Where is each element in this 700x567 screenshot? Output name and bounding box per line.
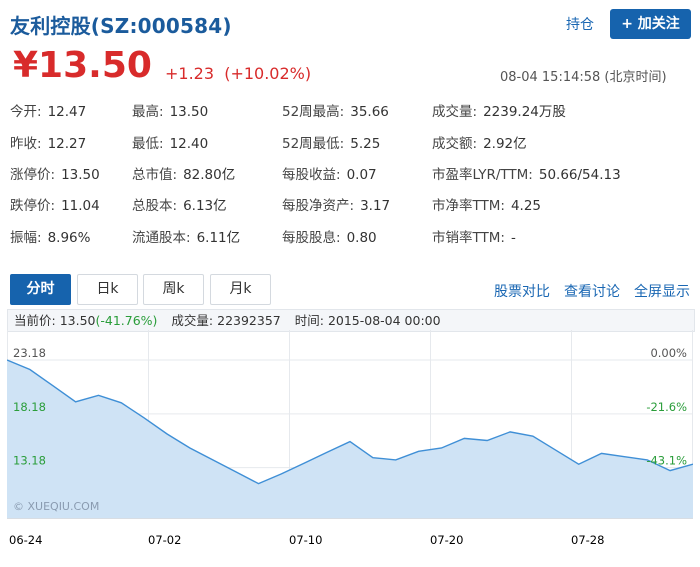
compare-stocks-link[interactable]: 股票对比: [494, 281, 550, 301]
quote-item: 涨停价: 13.50: [10, 163, 100, 183]
quote-label: 最低:: [132, 136, 164, 152]
quote-value: 0.80: [346, 230, 377, 246]
info-price-value: 13.50: [59, 313, 96, 328]
quote-value: 2.92亿: [483, 136, 527, 152]
fullscreen-link[interactable]: 全屏显示: [634, 281, 690, 301]
quote-value: 6.11亿: [196, 230, 241, 246]
y-tick-label-left: 23.18: [13, 346, 46, 360]
quote-value: 13.50: [61, 167, 100, 183]
quote-item: 最高: 13.50: [132, 100, 208, 120]
follow-button[interactable]: + 加关注: [610, 9, 691, 39]
quote-label: 市盈率LYR/TTM:: [432, 167, 533, 183]
y-tick-label-right: 0.00%: [650, 346, 687, 360]
quote-item: 跌停价: 11.04: [10, 194, 100, 214]
quote-value: 50.66/54.13: [538, 167, 621, 183]
quote-value: 8.96%: [47, 230, 91, 246]
quote-label: 昨收:: [10, 136, 42, 152]
x-tick-label: 07-02: [148, 533, 181, 547]
quote-item: 市盈率LYR/TTM: 50.66/54.13: [432, 163, 621, 183]
quote-item: 总股本: 6.13亿: [132, 194, 227, 214]
quote-value: 11.04: [61, 198, 100, 214]
intraday-chart[interactable]: 23.18 18.18 13.18 0.00% -21.6% -43.1% 06-24 07-…: [6, 330, 694, 548]
chart-info-bar: 当前价: 13.50(-41.76%) 成交量: 22392357 时间: 20…: [7, 309, 695, 332]
current-price: ¥13.50: [13, 45, 152, 86]
y-tick-label-left: 18.18: [13, 400, 46, 414]
tab-weekly-k[interactable]: 周k: [143, 274, 204, 305]
x-tick-label: 07-10: [289, 533, 322, 547]
quote-label: 最高:: [132, 104, 164, 120]
info-time-value: 2015-08-04 00:00: [327, 313, 441, 328]
quote-value: -: [510, 230, 516, 246]
quote-label: 总股本:: [132, 198, 178, 214]
quote-item: 市净率TTM: 4.25: [432, 194, 541, 214]
quote-item: 每股净资产: 3.17: [282, 194, 390, 214]
quote-item: 最低: 12.40: [132, 132, 208, 152]
hold-link[interactable]: 持仓: [566, 14, 594, 34]
x-tick-label: 07-20: [430, 533, 463, 547]
tab-monthly-k[interactable]: 月k: [210, 274, 271, 305]
quote-label: 市销率TTM:: [432, 230, 505, 246]
quote-value: 12.47: [47, 104, 87, 120]
quote-item: 今开: 12.47: [10, 100, 86, 120]
quote-value: 12.40: [169, 136, 209, 152]
quote-item: 振幅: 8.96%: [10, 226, 90, 246]
y-tick-label-left: 13.18: [13, 454, 46, 468]
quote-item: 每股股息: 0.80: [282, 226, 377, 246]
quote-item: 流通股本: 6.11亿: [132, 226, 240, 246]
quote-label: 今开:: [10, 104, 42, 120]
quote-value: 3.17: [360, 198, 391, 214]
price-change: +1.23 (+10.02%): [165, 64, 311, 83]
quote-value: 6.13亿: [183, 198, 227, 214]
price-change-percent: (+10.02%): [224, 64, 312, 83]
stock-title: 友利控股(SZ:000584): [10, 14, 232, 38]
info-time-label: 时间:: [294, 313, 324, 328]
quote-item: 成交量: 2239.24万股: [432, 100, 566, 120]
quote-label: 52周最高:: [282, 104, 345, 120]
info-volume-label: 成交量:: [171, 313, 214, 328]
quote-item: 昨收: 12.27: [10, 132, 86, 152]
info-price-label: 当前价:: [14, 313, 56, 328]
y-tick-label-right: -21.6%: [646, 400, 687, 414]
quote-label: 流通股本:: [132, 230, 191, 246]
quote-value: 4.25: [510, 198, 542, 214]
info-volume-value: 22392357: [217, 313, 281, 328]
quote-value: 82.80亿: [183, 167, 236, 183]
quote-value: 5.25: [350, 136, 381, 152]
y-tick-label-right: -43.1%: [646, 454, 687, 468]
quote-label: 每股净资产:: [282, 198, 355, 214]
quote-label: 涨停价:: [10, 167, 56, 183]
quote-label: 市净率TTM:: [432, 198, 505, 214]
quote-item: 成交额: 2.92亿: [432, 132, 527, 152]
tab-intraday[interactable]: 分时: [10, 274, 71, 305]
quote-value: 2239.24万股: [483, 104, 566, 120]
quote-item: 52周最高: 35.66: [282, 100, 389, 120]
quote-label: 成交量:: [432, 104, 478, 120]
x-tick-label: 06-24: [9, 533, 42, 547]
price-change-value: +1.23: [165, 64, 215, 83]
quote-label: 每股收益:: [282, 167, 341, 183]
quote-label: 振幅:: [10, 230, 42, 246]
quote-value: 0.07: [346, 167, 377, 183]
quote-label: 每股股息:: [282, 230, 341, 246]
quote-item: 总市值: 82.80亿: [132, 163, 235, 183]
x-tick-label: 07-28: [571, 533, 604, 547]
info-price-percent: (-41.76%): [95, 313, 158, 328]
quote-label: 成交额:: [432, 136, 478, 152]
chart-watermark: © XUEQIU.COM: [13, 500, 99, 513]
price-chart-svg: 23.18 18.18 13.18 0.00% -21.6% -43.1% 06-24 07-…: [6, 330, 694, 547]
quote-timestamp: 08-04 15:14:58 (北京时间): [500, 70, 667, 85]
price-area: [7, 360, 693, 518]
quote-item: 52周最低: 5.25: [282, 132, 380, 152]
quote-value: 35.66: [350, 104, 389, 120]
quote-label: 52周最低:: [282, 136, 345, 152]
tab-daily-k[interactable]: 日k: [77, 274, 138, 305]
quote-label: 跌停价:: [10, 198, 56, 214]
view-discussion-link[interactable]: 查看讨论: [564, 281, 620, 301]
quote-value: 13.50: [169, 104, 209, 120]
quote-item: 市销率TTM: -: [432, 226, 516, 246]
quote-value: 12.27: [47, 136, 87, 152]
quote-item: 每股收益: 0.07: [282, 163, 377, 183]
quote-label: 总市值:: [132, 167, 178, 183]
